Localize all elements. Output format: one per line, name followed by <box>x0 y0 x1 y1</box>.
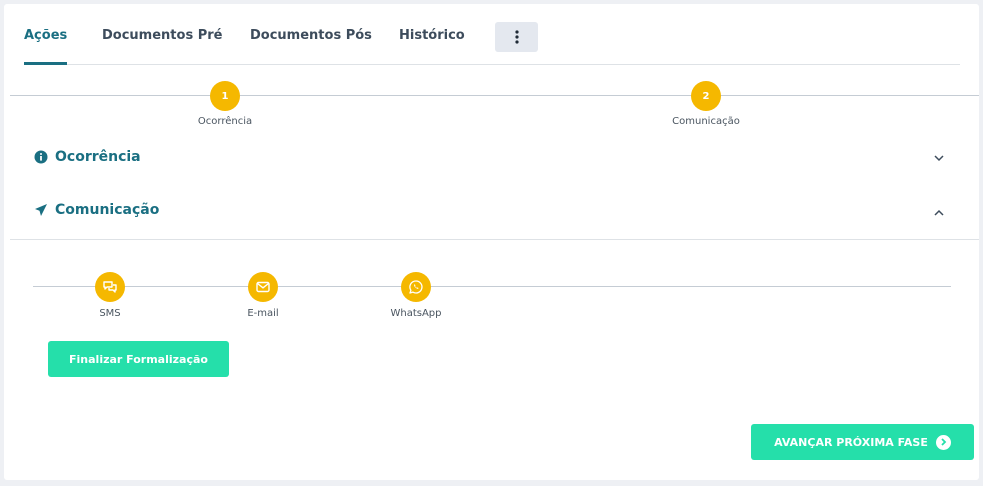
chevron-up-icon[interactable] <box>934 209 944 216</box>
whatsapp-label: WhatsApp <box>390 308 442 319</box>
tab-acoes[interactable]: Ações <box>24 28 67 43</box>
more-options-button[interactable] <box>495 22 538 52</box>
stepper-line <box>10 95 979 96</box>
advance-next-phase-button[interactable]: AVANÇAR PRÓXIMA FASE <box>751 424 974 460</box>
advance-next-phase-label: AVANÇAR PRÓXIMA FASE <box>774 435 928 449</box>
step-1-label: Ocorrência <box>197 116 253 127</box>
tab-documentos-pre[interactable]: Documentos Pré <box>102 28 222 43</box>
active-tab-indicator <box>24 62 67 65</box>
paper-plane-icon <box>35 204 47 216</box>
occurrence-section-header[interactable]: Ocorrência <box>34 149 141 165</box>
info-circle-icon <box>34 150 48 164</box>
sms-channel-button[interactable] <box>95 272 125 302</box>
arrow-right-circle-icon <box>935 434 951 450</box>
vertical-ellipsis-icon <box>514 30 519 44</box>
envelope-icon <box>256 281 270 293</box>
email-label: E-mail <box>247 308 279 319</box>
finalize-formalization-button[interactable]: Finalizar Formalização <box>48 341 229 377</box>
chat-bubbles-icon <box>103 281 117 293</box>
whatsapp-icon <box>409 280 423 294</box>
step-2-label: Comunicação <box>672 116 740 127</box>
main-card: Ações Documentos Pré Documentos Pós Hist… <box>4 4 979 480</box>
sms-label: SMS <box>99 308 121 319</box>
channels-line <box>33 286 951 287</box>
occurrence-section-title: Ocorrência <box>55 149 141 165</box>
chevron-down-icon[interactable] <box>934 155 944 162</box>
step-1-dot[interactable]: 1 <box>210 81 240 111</box>
whatsapp-channel-button[interactable] <box>401 272 431 302</box>
tab-documentos-pos[interactable]: Documentos Pós <box>250 28 372 43</box>
tab-historico[interactable]: Histórico <box>399 28 465 43</box>
communication-section-title: Comunicação <box>55 202 160 218</box>
email-channel-button[interactable] <box>248 272 278 302</box>
section-divider <box>10 239 979 240</box>
communication-section-header[interactable]: Comunicação <box>34 202 159 218</box>
tab-bar: Ações Documentos Pré Documentos Pós Hist… <box>24 4 960 65</box>
step-2-dot[interactable]: 2 <box>691 81 721 111</box>
